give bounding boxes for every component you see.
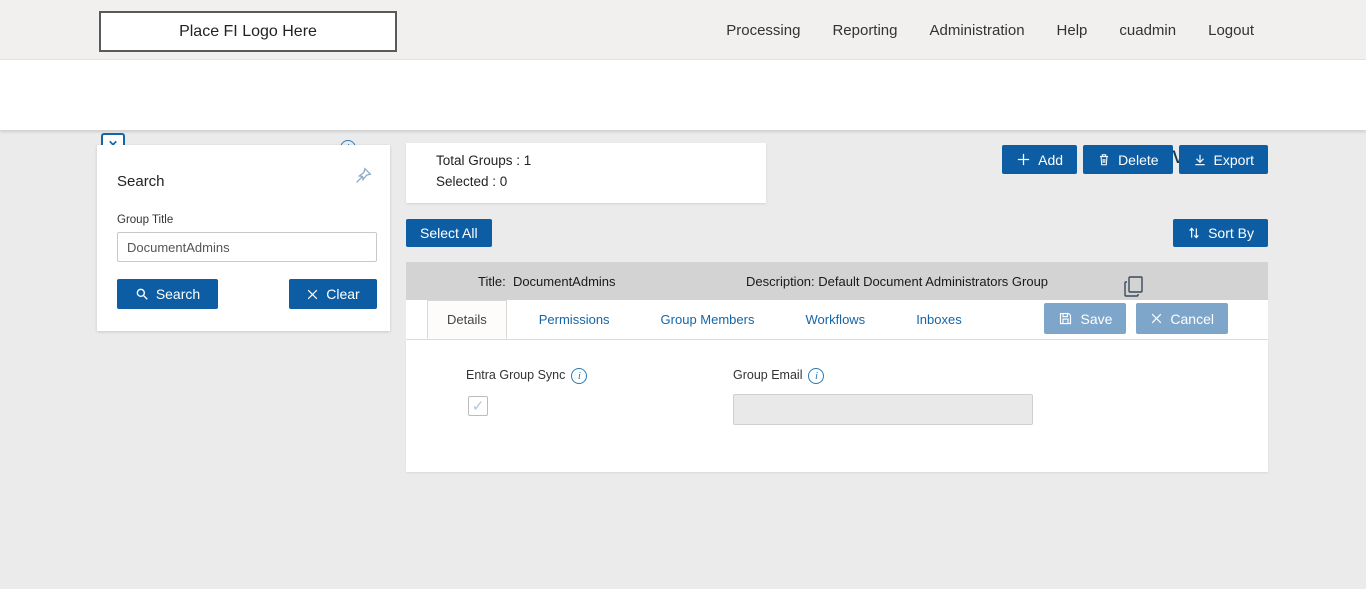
nav-item-processing[interactable]: Processing <box>726 22 800 39</box>
tab-permissions[interactable]: Permissions <box>520 300 629 339</box>
nav-item-user-cuadmin[interactable]: cuadmin <box>1119 22 1176 39</box>
search-icon <box>135 287 149 301</box>
delete-button-label: Delete <box>1118 151 1159 168</box>
sort-icon <box>1187 226 1201 240</box>
entra-group-sync-label: Entra Group Sync <box>466 368 566 382</box>
group-email-input <box>733 394 1033 425</box>
select-all-button[interactable]: Select All <box>406 219 492 247</box>
group-title-value: DocumentAdmins <box>512 273 616 289</box>
cancel-button-label: Cancel <box>1170 310 1214 327</box>
group-row-header[interactable]: Title: DocumentAdmins Description: Defau… <box>406 262 1268 300</box>
search-button[interactable]: Search <box>117 279 218 309</box>
trash-icon <box>1097 152 1111 167</box>
group-row-description: Description: Default Document Administra… <box>746 274 1048 289</box>
details-tab-panel: Entra Group Sync i ✓ Group Email i <box>406 340 1268 472</box>
group-title-label: Group Title <box>117 214 174 226</box>
group-title-input[interactable] <box>117 232 377 262</box>
tab-inboxes[interactable]: Inboxes <box>897 300 981 339</box>
clear-button[interactable]: Clear <box>289 279 377 309</box>
fi-logo-placeholder: Place FI Logo Here <box>99 11 397 52</box>
clear-button-label: Clear <box>326 286 360 302</box>
nav-item-help[interactable]: Help <box>1057 22 1088 39</box>
nav-item-reporting[interactable]: Reporting <box>832 22 897 39</box>
group-actions: Add Delete Export <box>1002 145 1268 174</box>
page: Place FI Logo Here Processing Reporting … <box>0 0 1366 589</box>
total-groups-text: Total Groups : 1 <box>436 153 532 168</box>
entra-group-sync-field: Entra Group Sync i ✓ <box>466 368 588 416</box>
download-icon <box>1193 153 1207 167</box>
cancel-button[interactable]: Cancel <box>1136 303 1228 334</box>
export-button-label: Export <box>1213 151 1254 168</box>
group-email-label: Group Email <box>733 368 803 382</box>
sort-by-button-label: Sort By <box>1208 225 1254 241</box>
save-icon <box>1058 311 1073 326</box>
top-navigation: Processing Reporting Administration Help… <box>726 0 1254 60</box>
copy-icon[interactable] <box>1122 274 1146 303</box>
delete-button[interactable]: Delete <box>1083 145 1173 174</box>
group-title-key: Title: <box>478 273 506 289</box>
export-button[interactable]: Export <box>1178 145 1268 174</box>
nav-item-administration[interactable]: Administration <box>930 22 1025 39</box>
tab-action-buttons: Save Cancel <box>1044 303 1228 334</box>
entra-group-sync-info-icon[interactable]: i <box>571 368 588 384</box>
group-email-field: Group Email i <box>733 368 1033 425</box>
summary-card: Total Groups : 1 Selected : 0 <box>406 143 766 203</box>
title-bar: ✕ Group Maintenance i Kinective Sign <box>0 60 1366 168</box>
sort-by-button[interactable]: Sort By <box>1173 219 1268 247</box>
fi-logo-text: Place FI Logo Here <box>179 22 317 40</box>
top-bar: Place FI Logo Here Processing Reporting … <box>0 0 1366 60</box>
group-description-value: Default Document Administrators Group <box>818 273 1049 289</box>
search-panel: Search Group Title Search <box>97 145 390 331</box>
tab-workflows[interactable]: Workflows <box>786 300 884 339</box>
group-email-info-icon[interactable]: i <box>808 368 825 384</box>
cancel-icon <box>1150 312 1163 325</box>
group-row-title: Title: DocumentAdmins <box>478 274 616 289</box>
group-tabs: Details Permissions Group Members Workfl… <box>406 300 1268 340</box>
entra-group-sync-checkbox[interactable]: ✓ <box>468 396 488 416</box>
select-all-button-label: Select All <box>420 225 478 241</box>
add-button-label: Add <box>1038 151 1064 168</box>
tab-group-members[interactable]: Group Members <box>642 300 774 339</box>
tab-details[interactable]: Details <box>427 300 507 339</box>
plus-icon <box>1016 152 1031 167</box>
list-controls-row: Select All Sort By <box>406 219 1268 247</box>
pin-icon[interactable] <box>352 165 374 192</box>
group-description-key: Description: <box>746 273 815 289</box>
selected-count-text: Selected : 0 <box>436 174 508 189</box>
search-button-label: Search <box>155 286 201 302</box>
save-button-label: Save <box>1080 310 1113 327</box>
nav-item-logout[interactable]: Logout <box>1208 22 1254 39</box>
search-panel-title: Search <box>117 173 165 190</box>
clear-icon <box>306 288 319 301</box>
save-button[interactable]: Save <box>1044 303 1127 334</box>
add-button[interactable]: Add <box>1002 145 1078 174</box>
